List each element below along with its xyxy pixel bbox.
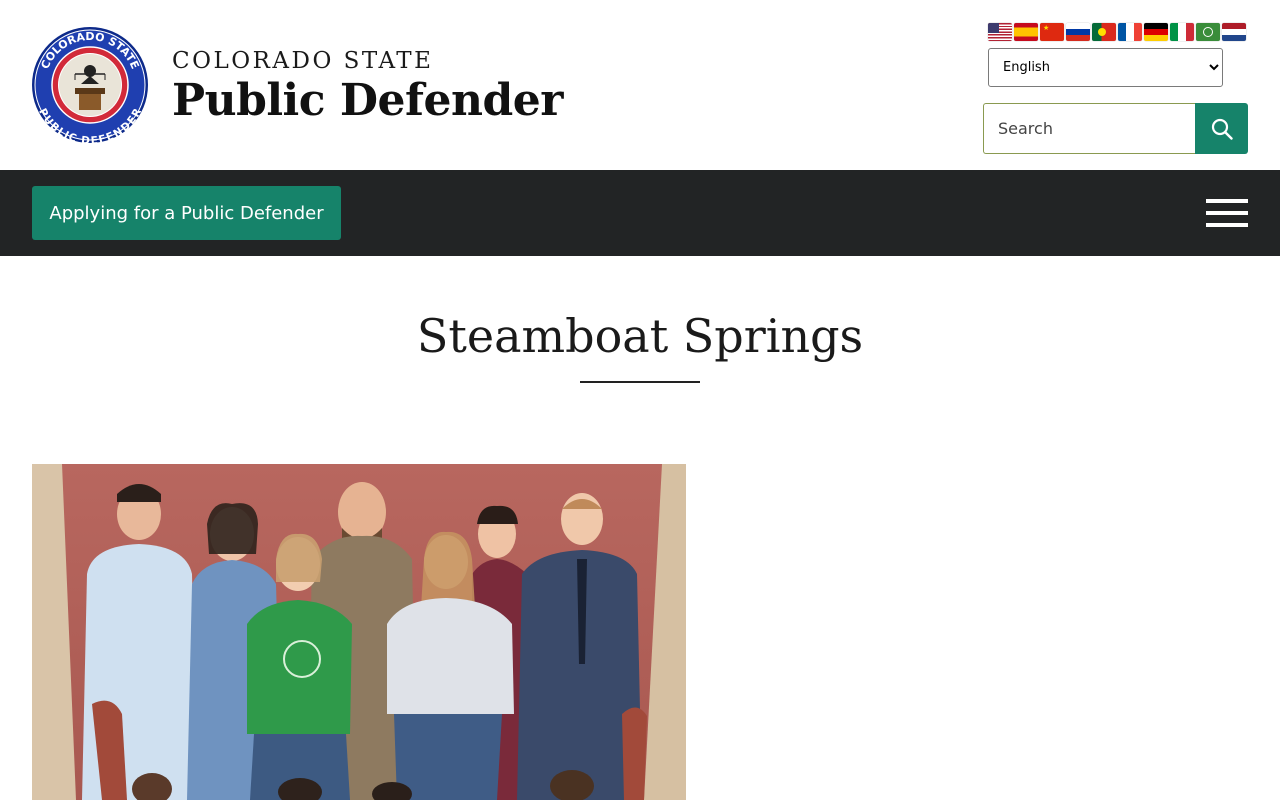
language-flags: ★ [988,23,1246,41]
it-flag-icon[interactable] [1170,23,1194,41]
ar-flag-icon[interactable] [1196,23,1220,41]
search-input[interactable] [983,103,1195,154]
pt-flag-icon[interactable] [1092,23,1116,41]
search-icon [1211,118,1233,140]
public-defender-seal-logo[interactable]: COLORADO STATE PUBLIC DEFENDER [31,26,149,144]
site-name[interactable]: COLORADO STATE Public Defender [172,46,563,126]
cn-flag-icon[interactable]: ★ [1040,23,1064,41]
site-title: Public Defender [172,75,563,126]
ru-flag-icon[interactable] [1066,23,1090,41]
search-form [983,103,1248,154]
de-flag-icon[interactable] [1144,23,1168,41]
hamburger-menu-icon[interactable] [1206,197,1248,229]
page-title: Steamboat Springs [416,309,864,363]
language-select[interactable]: English [988,48,1223,87]
title-divider [580,381,700,383]
search-button[interactable] [1195,103,1248,154]
site-subtitle: COLORADO STATE [172,48,434,74]
staff-group-photo [32,464,686,800]
us-flag-icon[interactable] [988,23,1012,41]
main-navbar: Applying for a Public Defender [0,170,1280,256]
es-flag-icon[interactable] [1014,23,1038,41]
site-header: COLORADO STATE PUBLIC DEFENDER COLORADO … [0,0,1280,170]
applying-for-public-defender-button[interactable]: Applying for a Public Defender [32,186,341,240]
nl-flag-icon[interactable] [1222,23,1246,41]
fr-flag-icon[interactable] [1118,23,1142,41]
